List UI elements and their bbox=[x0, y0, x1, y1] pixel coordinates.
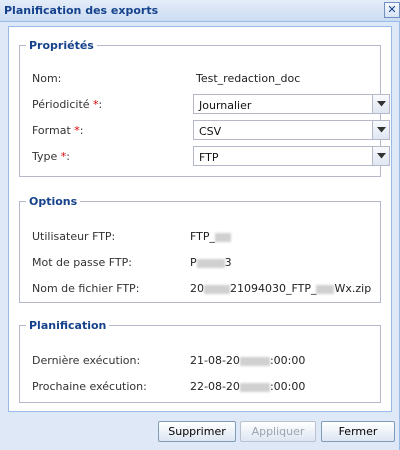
ftp-user-value: FTP_ bbox=[190, 230, 231, 243]
properties-legend: Propriétés bbox=[29, 39, 94, 52]
next-run-suffix: :00:00 bbox=[269, 380, 306, 393]
chevron-down-icon bbox=[377, 101, 386, 107]
options-fieldset: Options Utilisateur FTP: FTP_ Mot de pas… bbox=[19, 195, 381, 303]
chevron-down-icon bbox=[377, 153, 386, 159]
options-legend: Options bbox=[29, 195, 78, 208]
format-select[interactable]: CSV bbox=[193, 120, 390, 140]
close-icon[interactable]: ✕ bbox=[384, 2, 400, 18]
dialog-footer: Supprimer Appliquer Fermer bbox=[0, 412, 400, 450]
ftp-password-value: P3 bbox=[190, 256, 232, 269]
delete-button[interactable]: Supprimer bbox=[158, 421, 236, 442]
next-run-value: 22-08-20 :00:00 bbox=[190, 380, 305, 393]
type-label-text: Type bbox=[32, 150, 58, 163]
format-label-text: Format bbox=[32, 124, 71, 137]
ftp-password-suffix: 3 bbox=[224, 256, 232, 269]
type-label: Type *: bbox=[32, 150, 70, 163]
colon: : bbox=[79, 124, 84, 137]
type-select[interactable]: FTP bbox=[193, 146, 390, 166]
redacted-text bbox=[215, 232, 231, 242]
dialog-title: Planification des exports bbox=[4, 4, 159, 17]
close-button[interactable]: Fermer bbox=[321, 421, 395, 442]
export-schedule-dialog: Planification des exports ✕ Propriétés N… bbox=[0, 0, 400, 450]
next-run-label: Prochaine exécution: bbox=[32, 380, 147, 393]
ftp-filename-middle: 21094030_FTP_ bbox=[230, 282, 317, 295]
name-label: Nom: bbox=[32, 72, 62, 85]
ftp-filename-suffix: Wx.zip bbox=[334, 282, 372, 295]
periodicity-select[interactable]: Journalier bbox=[193, 94, 390, 114]
colon: : bbox=[66, 150, 70, 163]
name-value: Test_redaction_doc bbox=[196, 72, 301, 85]
type-select-value: FTP bbox=[199, 151, 219, 164]
redacted-text bbox=[239, 382, 270, 392]
format-select-value: CSV bbox=[199, 125, 222, 138]
ftp-filename-prefix: 20 bbox=[190, 282, 204, 295]
ftp-filename-value: 20 21094030_FTP_ Wx.zip bbox=[190, 282, 371, 295]
schedule-legend: Planification bbox=[29, 319, 107, 332]
type-dropdown-trigger[interactable] bbox=[372, 147, 389, 165]
schedule-fieldset: Planification Dernière exécution: 21-08-… bbox=[19, 319, 381, 403]
dialog-titlebar[interactable]: Planification des exports ✕ bbox=[0, 0, 400, 22]
properties-fieldset: Propriétés Nom: Test_redaction_doc Pério… bbox=[19, 39, 390, 177]
format-label: Format *: bbox=[32, 124, 83, 137]
apply-button[interactable]: Appliquer bbox=[240, 421, 316, 442]
colon: : bbox=[98, 98, 103, 111]
ftp-user-prefix: FTP_ bbox=[190, 230, 215, 243]
last-run-prefix: 21-08-20 bbox=[190, 354, 240, 367]
periodicity-dropdown-trigger[interactable] bbox=[372, 95, 389, 113]
redacted-text bbox=[196, 258, 225, 268]
last-run-label: Dernière exécution: bbox=[32, 354, 141, 367]
close-glyph: ✕ bbox=[387, 3, 397, 16]
periodicity-label-text: Périodicité bbox=[32, 98, 90, 111]
dialog-body: Propriétés Nom: Test_redaction_doc Pério… bbox=[8, 26, 392, 412]
periodicity-select-value: Journalier bbox=[199, 99, 252, 112]
ftp-password-label: Mot de passe FTP: bbox=[32, 256, 132, 269]
periodicity-label: Périodicité *: bbox=[32, 98, 102, 111]
chevron-down-icon bbox=[377, 127, 386, 133]
next-run-prefix: 22-08-20 bbox=[190, 380, 240, 393]
last-run-value: 21-08-20 :00:00 bbox=[190, 354, 305, 367]
redacted-text bbox=[239, 356, 270, 366]
last-run-suffix: :00:00 bbox=[269, 354, 306, 367]
ftp-user-label: Utilisateur FTP: bbox=[32, 230, 116, 243]
format-dropdown-trigger[interactable] bbox=[372, 121, 389, 139]
redacted-text bbox=[316, 284, 335, 294]
redacted-text bbox=[204, 284, 230, 294]
ftp-filename-label: Nom de fichier FTP: bbox=[32, 282, 140, 295]
ftp-password-prefix: P bbox=[190, 256, 197, 269]
